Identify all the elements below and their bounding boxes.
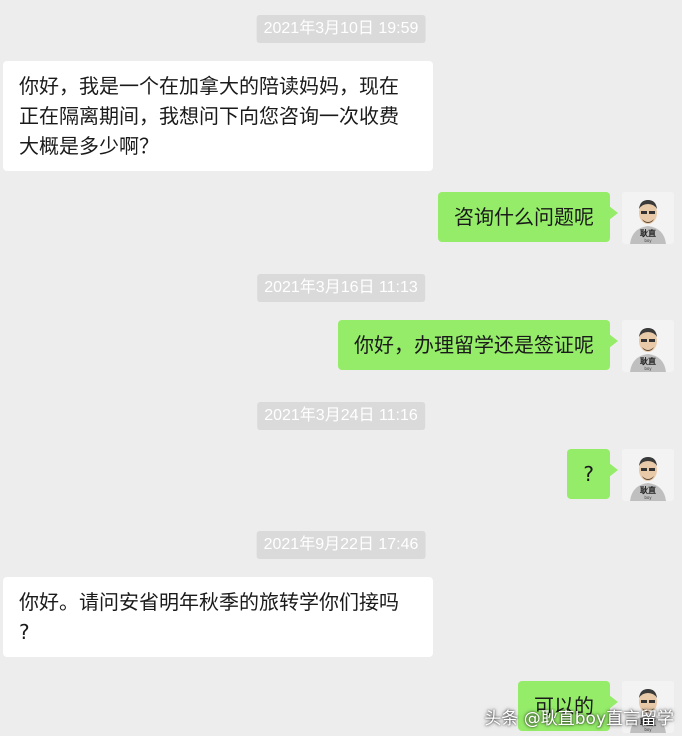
avatar-image: 耿直 boy [622,192,674,244]
outgoing-message[interactable]: ? [567,449,618,499]
message-line: 大概是多少啊？ [19,134,159,158]
incoming-message[interactable]: 你好，我是一个在加拿大的陪读妈妈，现在 正在隔离期间，我想问下向您咨询一次收费 … [3,61,433,171]
avatar-image: 耿直 boy [622,449,674,501]
timestamp: 2021年9月22日 17:46 [256,531,426,559]
incoming-message[interactable]: 你好。请问安省明年秋季的旅转学你们接吗 ? [3,577,433,657]
avatar-image: 耿直 boy [622,320,674,372]
avatar-shirt-subtext: boy [644,495,652,500]
timestamp: 2021年3月24日 11:16 [257,402,425,430]
avatar-shirt-subtext: boy [644,366,652,371]
timestamp: 2021年3月10日 19:59 [256,15,426,43]
avatar-shirt-text: 耿直 [640,356,656,366]
avatar-shirt-subtext: boy [644,238,652,243]
message-text: ? [583,462,594,486]
outgoing-message[interactable]: 咨询什么问题呢 [438,192,618,242]
timestamp: 2021年3月16日 11:13 [257,274,425,302]
watermark: 头条 @耿直boy直言留学 [484,709,674,729]
message-line: 你好。请问安省明年秋季的旅转学你们接吗 [19,590,399,614]
avatar-shirt-text: 耿直 [640,228,656,238]
message-line: ? [19,620,30,644]
user-avatar[interactable]: 耿直 boy [622,192,674,244]
message-text: 你好，办理留学还是签证呢 [354,333,594,357]
message-line: 你好，我是一个在加拿大的陪读妈妈，现在 [19,74,399,98]
message-text: 咨询什么问题呢 [454,205,594,229]
avatar-shirt-text: 耿直 [640,485,656,495]
message-line: 正在隔离期间，我想问下向您咨询一次收费 [19,104,399,128]
outgoing-message[interactable]: 你好，办理留学还是签证呢 [338,320,618,370]
user-avatar[interactable]: 耿直 boy [622,449,674,501]
user-avatar[interactable]: 耿直 boy [622,320,674,372]
